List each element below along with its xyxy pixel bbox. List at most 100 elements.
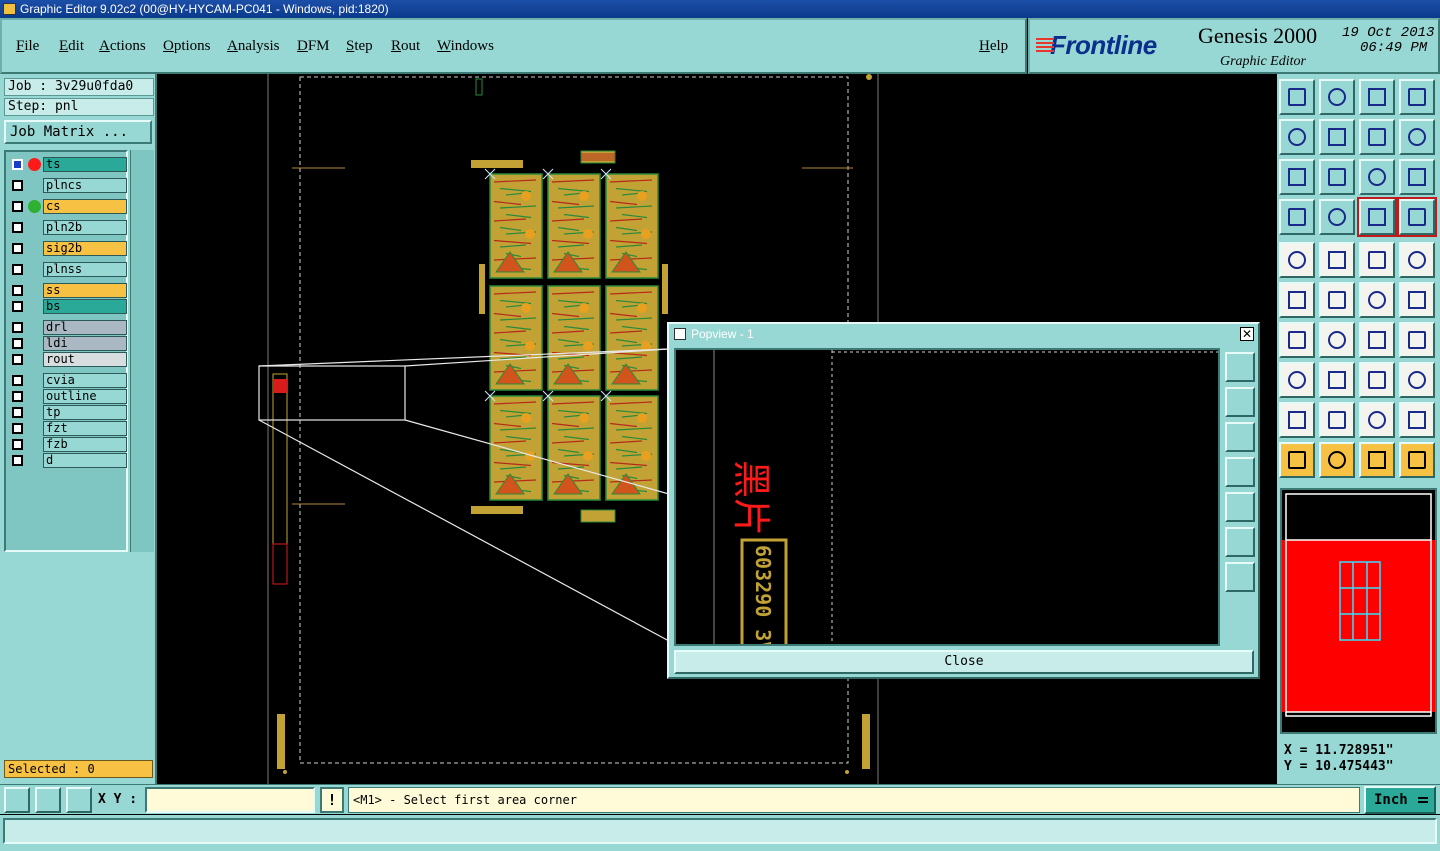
scale-1to2-button[interactable] (1359, 159, 1395, 195)
home-up-button[interactable] (1279, 79, 1315, 115)
layers-toggle-button[interactable] (1397, 197, 1437, 237)
zoom-fit-button[interactable] (1279, 159, 1315, 195)
popview-close-button[interactable]: Close (674, 650, 1254, 674)
layer-checkbox[interactable] (12, 201, 23, 212)
layer-row-sig2b[interactable]: sig2b (9, 241, 127, 256)
connect-nodes-button[interactable] (1279, 282, 1315, 318)
menu-actions[interactable]: Actions (99, 38, 146, 55)
layer-label[interactable]: ldi (43, 336, 127, 351)
zoom-area-icon[interactable] (4, 787, 30, 813)
menu-analysis[interactable]: Analysis (227, 38, 280, 55)
layer-row-pln2b[interactable]: pln2b (9, 220, 127, 235)
menu-step[interactable]: Step (346, 38, 373, 55)
layer-row-tp[interactable]: tp (9, 405, 127, 420)
layer-checkbox[interactable] (12, 222, 23, 233)
layer-label[interactable]: outline (43, 389, 127, 404)
layer-label[interactable]: rout (43, 352, 127, 367)
move-button[interactable] (1359, 282, 1395, 318)
popview-tool-4[interactable] (1225, 457, 1255, 487)
job-matrix-button[interactable]: Job Matrix ... (4, 120, 152, 144)
layer-row-d[interactable]: d (9, 453, 127, 468)
drill-button[interactable] (1279, 242, 1315, 278)
layers-display-button[interactable] (1357, 197, 1397, 237)
layer-row-drl[interactable]: drl (9, 320, 127, 335)
layer-row-cvia[interactable]: cvia (9, 373, 127, 388)
layer-label[interactable]: drl (43, 320, 127, 335)
delete-button[interactable] (1319, 282, 1355, 318)
window-split-button[interactable] (1399, 79, 1435, 115)
layer-row-plncs[interactable]: plncs (9, 178, 127, 193)
units-selector[interactable]: Inch (1364, 786, 1436, 814)
menu-edit[interactable]: Edit (59, 38, 84, 55)
xy-input[interactable] (145, 787, 315, 813)
popview-tool-3[interactable] (1225, 422, 1255, 452)
triangle-cut-button[interactable] (1399, 402, 1435, 438)
menu-rout[interactable]: Rout (391, 38, 420, 55)
layer-label[interactable]: d (43, 453, 127, 468)
help-button[interactable] (1399, 159, 1435, 195)
menu-windows[interactable]: Windows (437, 38, 494, 55)
popview-tool-7[interactable] (1225, 562, 1255, 592)
resize-button[interactable] (1399, 322, 1435, 358)
layer-label[interactable]: plncs (43, 178, 127, 193)
grid-snap-icon[interactable] (66, 787, 92, 813)
pan-left-button[interactable] (1279, 119, 1315, 155)
add-pad-button[interactable] (1279, 362, 1315, 398)
layer-label[interactable]: ss (43, 283, 127, 298)
layer-row-ss[interactable]: ss (9, 283, 127, 298)
layer-checkbox[interactable] (12, 354, 23, 365)
layer-label[interactable]: sig2b (43, 241, 127, 256)
popview-tool-5[interactable] (1225, 492, 1255, 522)
layer-label[interactable]: fzb (43, 437, 127, 452)
layer-checkbox[interactable] (12, 159, 23, 170)
net-select-button[interactable] (1399, 442, 1435, 478)
layer-checkbox[interactable] (12, 243, 23, 254)
layer-checkbox[interactable] (12, 338, 23, 349)
pad-button[interactable] (1399, 242, 1435, 278)
layer-row-rout[interactable]: rout (9, 352, 127, 367)
pads-cluster-button[interactable] (1399, 362, 1435, 398)
menu-help[interactable]: Help (979, 38, 1008, 55)
undo-view-button[interactable] (1359, 119, 1395, 155)
arc-button[interactable] (1359, 322, 1395, 358)
draw-line-button[interactable] (1279, 322, 1315, 358)
triangle-button[interactable] (1319, 402, 1355, 438)
layer-row-ldi[interactable]: ldi (9, 336, 127, 351)
layer-row-fzb[interactable]: fzb (9, 437, 127, 452)
grid-button[interactable] (1319, 199, 1355, 235)
move-red-button[interactable] (1399, 282, 1435, 318)
layer-list-scrollbar[interactable] (130, 150, 154, 552)
tools-button[interactable] (1279, 199, 1315, 235)
measure-line-button[interactable] (1319, 242, 1355, 278)
layer-checkbox[interactable] (12, 285, 23, 296)
pointer-button[interactable] (1279, 442, 1315, 478)
layer-label[interactable]: tp (43, 405, 127, 420)
layer-label[interactable]: cs (43, 199, 127, 214)
popview-tool-6[interactable] (1225, 527, 1255, 557)
line-cut-button[interactable] (1319, 362, 1355, 398)
popview-canvas[interactable]: 黑片 603290 3V (674, 348, 1220, 646)
layer-label[interactable]: fzt (43, 421, 127, 436)
down-arrow-button[interactable] (1319, 79, 1355, 115)
exclamation-button[interactable]: ! (320, 787, 344, 813)
layer-label[interactable]: plnss (43, 262, 127, 277)
popview-title-bar[interactable]: Popview - 1 (669, 324, 1258, 344)
layer-row-outline[interactable]: outline (9, 389, 127, 404)
menu-file[interactable]: File (16, 38, 39, 55)
layer-checkbox[interactable] (12, 407, 23, 418)
layer-label[interactable]: pln2b (43, 220, 127, 235)
layer-label[interactable]: cvia (43, 373, 127, 388)
triangle-fill-button[interactable] (1359, 402, 1395, 438)
layer-row-bs[interactable]: bs (9, 299, 127, 314)
measure-icon[interactable] (35, 787, 61, 813)
layer-checkbox[interactable] (12, 301, 23, 312)
layer-checkbox[interactable] (12, 391, 23, 402)
layer-row-plnss[interactable]: plnss (9, 262, 127, 277)
pan-right-button[interactable] (1319, 119, 1355, 155)
redraw-button[interactable] (1399, 119, 1435, 155)
center-button[interactable] (1319, 159, 1355, 195)
popview-tool-1[interactable] (1225, 352, 1255, 382)
select-box-button[interactable] (1359, 442, 1395, 478)
angle-button[interactable] (1279, 402, 1315, 438)
menu-dfm[interactable]: DFM (297, 38, 330, 55)
